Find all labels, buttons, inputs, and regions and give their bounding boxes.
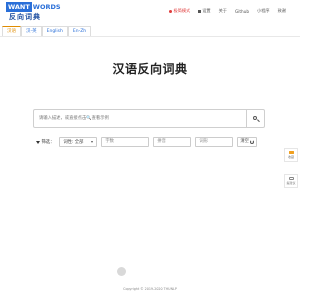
record-dot-icon [169, 9, 173, 13]
tab-chinese-english[interactable]: 汉-英 [21, 26, 42, 36]
length-input[interactable]: 字数 [101, 137, 150, 147]
clear-button[interactable]: 清空 [237, 137, 257, 147]
folder-icon [288, 150, 294, 155]
feedback-button[interactable]: 提建议 [284, 174, 298, 188]
nav-github[interactable]: Github [235, 9, 249, 14]
char-input[interactable]: 词形 [195, 137, 234, 147]
nav-settings[interactable]: 设置 [198, 8, 211, 14]
search-input[interactable] [34, 110, 246, 127]
clear-button-label: 清空 [240, 139, 249, 144]
logo[interactable]: WANT WORDS 反向词典 [6, 2, 61, 22]
search-button[interactable] [246, 110, 264, 127]
footer-copyright: Copyright © 2019-2020 THUNLP [123, 287, 177, 291]
logo-words: WORDS [32, 3, 61, 11]
favorites-button[interactable]: 收藏 [284, 148, 298, 162]
feedback-label: 提建议 [286, 181, 296, 186]
tab-english[interactable]: English [41, 26, 68, 36]
nav-thanks[interactable]: 致谢 [278, 8, 286, 14]
footer-badge-icon [117, 267, 126, 276]
nav-simple-mode-label: 极简模式 [173, 8, 191, 13]
search-bar [33, 109, 265, 128]
page-title: 汉语反向词典 [112, 62, 188, 76]
nav-about[interactable]: 关于 [219, 8, 227, 14]
top-nav: 极简模式 设置 关于 Github 小程序 致谢 [161, 8, 286, 14]
nav-settings-label: 设置 [202, 8, 211, 13]
settings-icon [198, 9, 202, 13]
search-icon [252, 115, 259, 122]
chat-icon [288, 176, 294, 181]
logo-subtitle: 反向词典 [9, 13, 41, 21]
tab-english-chinese[interactable]: En-Zh [67, 26, 92, 36]
funnel-icon [36, 140, 40, 144]
filter-label-text: 筛选： [41, 140, 55, 145]
header: WANT WORDS 反向词典 极简模式 设置 关于 Github 小程序 致谢 [0, 0, 300, 22]
pinyin-input[interactable]: 拼音 [153, 137, 192, 147]
nav-miniprogram[interactable]: 小程序 [257, 8, 270, 14]
chevron-down-icon [91, 141, 94, 143]
favorites-label: 收藏 [287, 155, 294, 160]
refresh-icon [249, 140, 254, 144]
nav-simple-mode[interactable]: 极简模式 [169, 8, 190, 14]
pos-select-value: 词性: 全部 [63, 140, 84, 145]
pos-select[interactable]: 词性: 全部 [59, 137, 98, 147]
language-tabs: 汉语 汉-英 English En-Zh [0, 26, 300, 37]
logo-want: WANT [6, 2, 32, 12]
filter-label: 筛选： [36, 139, 54, 145]
tab-chinese[interactable]: 汉语 [2, 26, 21, 36]
filter-row: 筛选： 词性: 全部 字数 拼音 词形 清空 [36, 137, 257, 147]
